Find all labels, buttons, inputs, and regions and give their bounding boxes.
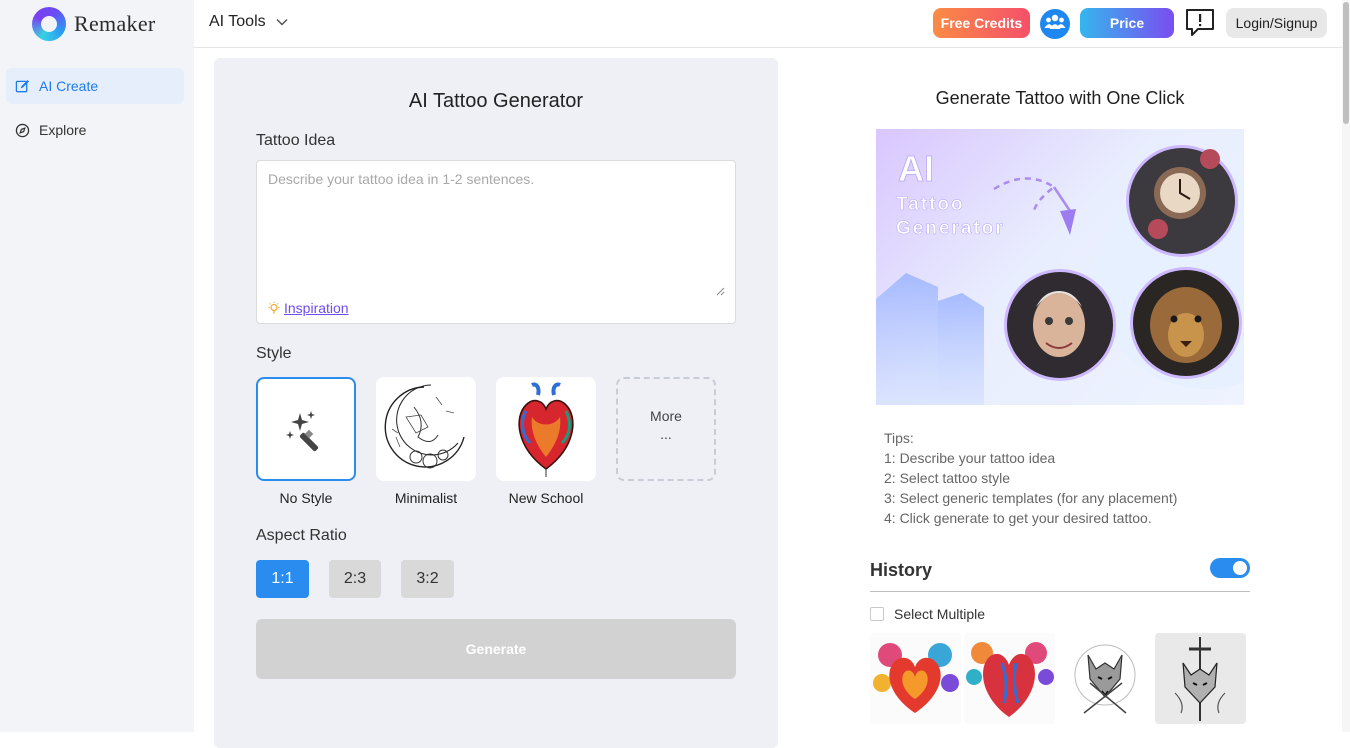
more-label: More ... bbox=[618, 407, 714, 443]
generate-button[interactable]: Generate bbox=[256, 619, 736, 679]
tip-item: 4: Click generate to get your desired ta… bbox=[884, 510, 1152, 526]
history-thumbnail[interactable] bbox=[1060, 633, 1151, 724]
more-text: More bbox=[650, 408, 682, 424]
ratio-button-2-3[interactable]: 2:3 bbox=[329, 560, 381, 598]
history-thumbnail[interactable] bbox=[870, 633, 961, 724]
history-title: History bbox=[870, 560, 933, 580]
community-button[interactable] bbox=[1040, 9, 1070, 39]
aspect-ratio-label: Aspect Ratio bbox=[256, 527, 347, 544]
users-icon bbox=[1044, 13, 1066, 36]
top-bar: AI Tools Free Credits Price Login/Signup bbox=[194, 0, 1342, 48]
history-divider bbox=[870, 591, 1250, 592]
style-name-new-school: New School bbox=[508, 490, 584, 506]
edit-icon bbox=[14, 78, 30, 94]
style-card-more[interactable]: More ... bbox=[616, 377, 716, 481]
free-credits-button[interactable]: Free Credits bbox=[933, 8, 1030, 38]
resize-handle-icon[interactable] bbox=[715, 283, 725, 296]
remaker-logo[interactable]: Remaker bbox=[32, 6, 156, 42]
page-title: AI Tattoo Generator bbox=[408, 90, 584, 112]
heart-tattoo-image bbox=[870, 633, 961, 724]
tips-list: Tips: 1: Describe your tattoo idea 2: Se… bbox=[884, 428, 1177, 528]
feedback-icon bbox=[1185, 8, 1215, 41]
banner-artwork: AI Tattoo Generator bbox=[876, 145, 1244, 405]
new-school-preview-image bbox=[518, 382, 574, 477]
tip-item: 3: Select generic templates (for any pla… bbox=[884, 490, 1178, 506]
login-signup-button[interactable]: Login/Signup bbox=[1226, 8, 1327, 38]
price-button[interactable]: Price bbox=[1080, 8, 1174, 38]
history-thumbnail[interactable] bbox=[1155, 633, 1246, 724]
select-multiple-checkbox[interactable] bbox=[870, 607, 884, 621]
style-label: Style bbox=[256, 345, 292, 362]
remaker-logo-icon bbox=[32, 7, 66, 41]
anatomical-heart-tattoo-image bbox=[964, 633, 1055, 724]
select-multiple-label: Select Multiple bbox=[894, 606, 986, 622]
history-toggle[interactable] bbox=[1210, 558, 1250, 578]
style-card-minimalist[interactable] bbox=[376, 377, 476, 481]
wolf-sketch-tattoo-image bbox=[1060, 633, 1151, 724]
sidebar: Remaker AI Create Explore bbox=[0, 0, 194, 732]
style-card-new-school[interactable] bbox=[496, 377, 596, 481]
ai-tools-label: AI Tools bbox=[209, 13, 266, 30]
tip-item: 2: Select tattoo style bbox=[884, 470, 1011, 486]
banner-generator-text: Generator bbox=[896, 218, 1005, 239]
wolf-dagger-tattoo-image bbox=[1155, 633, 1246, 724]
ratio-button-3-2[interactable]: 3:2 bbox=[401, 560, 454, 598]
tip-item: 1: Describe your tattoo idea bbox=[884, 450, 1056, 466]
ai-tools-dropdown[interactable]: AI Tools bbox=[209, 13, 288, 31]
sidebar-item-label: AI Create bbox=[39, 78, 99, 94]
right-title: Generate Tattoo with One Click bbox=[935, 88, 1185, 108]
sidebar-item-label: Explore bbox=[39, 122, 87, 138]
chevron-down-icon bbox=[276, 15, 288, 29]
banner-tattoo-text: Tattoo bbox=[896, 194, 965, 215]
banner-ai-text: AI bbox=[898, 148, 934, 189]
inspiration-label: Inspiration bbox=[284, 300, 349, 316]
style-name-no-style: No Style bbox=[279, 490, 333, 506]
minimalist-preview-image bbox=[384, 384, 465, 469]
style-name-minimalist: Minimalist bbox=[394, 490, 458, 506]
scrollbar-thumb[interactable] bbox=[1343, 2, 1349, 124]
tattoo-idea-label: Tattoo Idea bbox=[256, 132, 336, 149]
lightbulb-icon bbox=[267, 301, 281, 315]
page-scrollbar[interactable] bbox=[1342, 0, 1350, 732]
brand-name: Remaker bbox=[74, 11, 156, 36]
tattoo-idea-input[interactable]: Describe your tattoo idea in 1-2 sentenc… bbox=[256, 160, 736, 324]
style-card-no-style[interactable] bbox=[256, 377, 356, 481]
feedback-button[interactable] bbox=[1185, 8, 1215, 41]
tips-heading: Tips: bbox=[884, 430, 914, 446]
sidebar-item-explore[interactable]: Explore bbox=[6, 112, 184, 148]
magic-wand-icon bbox=[284, 409, 328, 458]
compass-icon bbox=[14, 122, 30, 138]
tattoo-generator-panel: AI Tattoo Generator Tattoo Idea Describe… bbox=[214, 58, 778, 748]
history-thumbnail[interactable] bbox=[964, 633, 1055, 724]
more-dots: ... bbox=[660, 426, 672, 442]
inspiration-link[interactable]: Inspiration bbox=[267, 300, 349, 316]
sidebar-item-ai-create[interactable]: AI Create bbox=[6, 68, 184, 104]
ratio-button-1-1[interactable]: 1:1 bbox=[256, 560, 309, 598]
select-multiple-option[interactable]: Select Multiple bbox=[870, 606, 985, 622]
tattoo-idea-placeholder: Describe your tattoo idea in 1-2 sentenc… bbox=[268, 171, 535, 187]
tattoo-generator-banner: AI Tattoo Generator bbox=[876, 129, 1244, 405]
